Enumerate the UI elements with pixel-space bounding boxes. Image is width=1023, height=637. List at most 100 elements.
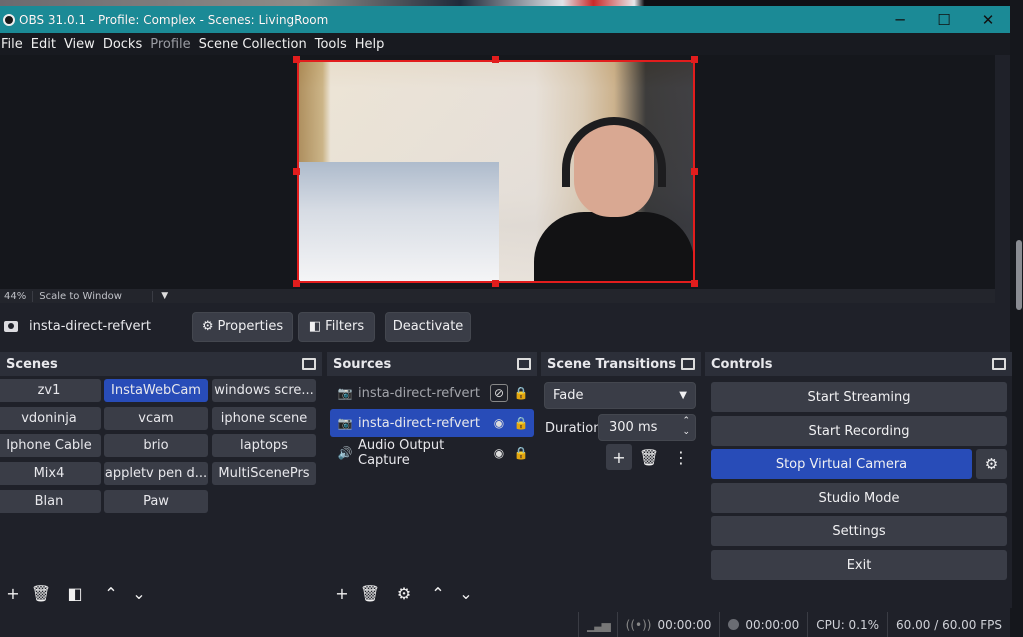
- more-vertical-icon[interactable]: ⋮: [670, 446, 692, 468]
- scene-blan[interactable]: Blan: [0, 490, 101, 513]
- source-toolbar: insta-direct-refvert ⚙ Properties ◧ Filt…: [0, 303, 1010, 350]
- zoom-level: 44%: [0, 290, 34, 302]
- title-bar[interactable]: OBS 31.0.1 - Profile: Complex - Scenes: …: [0, 6, 1010, 33]
- menu-view[interactable]: View: [64, 37, 102, 52]
- sources-title: Sources: [333, 356, 392, 372]
- resize-handle-t[interactable]: [492, 56, 499, 63]
- undock-icon[interactable]: [302, 358, 316, 370]
- gear-icon: ⚙: [201, 319, 214, 334]
- source-row[interactable]: 📷 insta-direct-refvert ⊘ 🔒: [330, 379, 534, 407]
- maximize-button[interactable]: ☐: [922, 11, 966, 29]
- selected-source-name: insta-direct-refvert: [29, 319, 152, 334]
- source-name: insta-direct-refvert: [358, 415, 481, 431]
- lock-icon[interactable]: 🔒: [512, 414, 530, 432]
- scenes-title: Scenes: [6, 356, 58, 372]
- menu-file[interactable]: File: [1, 37, 30, 52]
- scale-mode[interactable]: Scale to Window: [33, 290, 154, 302]
- exit-button[interactable]: Exit: [711, 550, 1007, 580]
- start-streaming-button[interactable]: Start Streaming: [711, 382, 1007, 412]
- stream-time: 00:00:00: [657, 617, 712, 632]
- chevron-down-icon[interactable]: ⌄: [455, 582, 477, 604]
- eye-hidden-icon[interactable]: ⊘: [490, 384, 508, 402]
- speaker-icon: 🔊: [337, 446, 353, 460]
- camera-icon: 📷: [337, 416, 353, 430]
- menu-tools[interactable]: Tools: [315, 37, 354, 52]
- scene-zv1[interactable]: zv1: [0, 379, 101, 402]
- scene-vdoninja[interactable]: vdoninja: [0, 407, 101, 430]
- camera-icon: 📷: [337, 386, 353, 400]
- chevron-up-icon[interactable]: ⌃: [100, 582, 122, 604]
- undock-icon[interactable]: [681, 358, 695, 370]
- resize-handle-b[interactable]: [492, 280, 499, 287]
- scenes-toolbar: + 🗑 ◧ ⌃ ⌄: [0, 578, 322, 608]
- trash-icon[interactable]: 🗑: [638, 446, 660, 468]
- scene-windows-screen[interactable]: windows scre...: [212, 379, 316, 402]
- controls-body: Start Streaming Start Recording Stop Vir…: [705, 376, 1012, 608]
- add-source-icon[interactable]: +: [331, 582, 353, 604]
- minimize-button[interactable]: ─: [878, 11, 922, 29]
- deactivate-button[interactable]: Deactivate: [385, 311, 471, 342]
- menu-edit[interactable]: Edit: [31, 37, 63, 52]
- scene-appletv-pen[interactable]: appletv pen d...: [104, 462, 208, 485]
- source-name: Audio Output Capture: [358, 438, 445, 468]
- menu-scene-collection[interactable]: Scene Collection: [199, 37, 314, 52]
- source-row[interactable]: 🔊 Audio Output Capture ◉ 🔒: [330, 438, 534, 468]
- resize-handle-l[interactable]: [293, 168, 300, 175]
- scene-mix4[interactable]: Mix4: [0, 462, 101, 485]
- menu-docks[interactable]: Docks: [103, 37, 149, 52]
- studio-mode-button[interactable]: Studio Mode: [711, 483, 1007, 513]
- close-button[interactable]: ✕: [966, 11, 1010, 29]
- stepper-icon[interactable]: ⌃ ⌄: [682, 416, 690, 438]
- duration-spinbox[interactable]: 300 ms ⌃ ⌄: [598, 414, 696, 441]
- trash-icon[interactable]: 🗑: [30, 582, 52, 604]
- scene-instawebcam[interactable]: InstaWebCam: [104, 379, 208, 402]
- trash-icon[interactable]: 🗑: [359, 582, 381, 604]
- controls-dock: Controls Start Streaming Start Recording…: [705, 352, 1012, 608]
- filters-button[interactable]: ◧ Filters: [298, 311, 375, 342]
- chevron-up-icon[interactable]: ⌃: [427, 582, 449, 604]
- eye-icon[interactable]: ◉: [490, 414, 508, 432]
- fps-readout: 60.00 / 60.00 FPS: [887, 612, 1010, 637]
- gear-icon[interactable]: ⚙: [393, 582, 415, 604]
- resize-handle-br[interactable]: [691, 280, 698, 287]
- eye-icon[interactable]: ◉: [490, 444, 508, 462]
- window-title: OBS 31.0.1 - Profile: Complex - Scenes: …: [19, 12, 329, 27]
- sources-dock: Sources 📷 insta-direct-refvert ⊘ 🔒 📷 ins…: [327, 352, 537, 608]
- scroll-handle[interactable]: [1016, 240, 1022, 310]
- virtual-camera-settings-button[interactable]: ⚙: [976, 449, 1007, 479]
- scene-iphone-cable[interactable]: Iphone Cable: [0, 434, 101, 457]
- transition-select[interactable]: Fade ▼: [544, 382, 696, 409]
- lock-icon[interactable]: 🔒: [512, 384, 530, 402]
- resize-handle-r[interactable]: [691, 168, 698, 175]
- resize-handle-tl[interactable]: [293, 56, 300, 63]
- scale-mode-dropdown-icon[interactable]: ▼: [153, 291, 176, 301]
- scene-paw[interactable]: Paw: [104, 490, 208, 513]
- scene-vcam[interactable]: vcam: [104, 407, 208, 430]
- properties-button[interactable]: ⚙ Properties: [192, 311, 293, 342]
- source-row[interactable]: 📷 insta-direct-refvert ◉ 🔒: [330, 409, 534, 437]
- controls-title: Controls: [711, 356, 773, 372]
- add-scene-icon[interactable]: +: [2, 582, 24, 604]
- source-name: insta-direct-refvert: [358, 385, 481, 401]
- chevron-down-icon[interactable]: ⌄: [128, 582, 150, 604]
- undock-icon[interactable]: [517, 358, 531, 370]
- undock-icon[interactable]: [992, 358, 1006, 370]
- start-recording-button[interactable]: Start Recording: [711, 416, 1007, 446]
- scene-multisceneprs[interactable]: MultiScenePrs: [212, 462, 316, 485]
- menu-help[interactable]: Help: [355, 37, 392, 52]
- person-body: [534, 212, 693, 281]
- add-transition-icon[interactable]: +: [606, 444, 632, 470]
- menu-profile[interactable]: Profile: [150, 37, 197, 52]
- resize-handle-tr[interactable]: [691, 56, 698, 63]
- status-bar: ▁▃▅ ((•)) 00:00:00 00:00:00 CPU: 0.1% 60.…: [0, 612, 1010, 637]
- stop-virtual-camera-button[interactable]: Stop Virtual Camera: [711, 449, 972, 479]
- scene-iphone-scene[interactable]: iphone scene: [212, 407, 316, 430]
- webcam-source-preview[interactable]: [297, 60, 695, 283]
- filter-icon[interactable]: ◧: [64, 582, 86, 604]
- sources-toolbar: + 🗑 ⚙ ⌃ ⌄: [327, 578, 537, 608]
- lock-icon[interactable]: 🔒: [512, 444, 530, 462]
- scene-brio[interactable]: brio: [104, 434, 208, 457]
- resize-handle-bl[interactable]: [293, 280, 300, 287]
- settings-button[interactable]: Settings: [711, 516, 1007, 546]
- scene-laptops[interactable]: laptops: [212, 434, 316, 457]
